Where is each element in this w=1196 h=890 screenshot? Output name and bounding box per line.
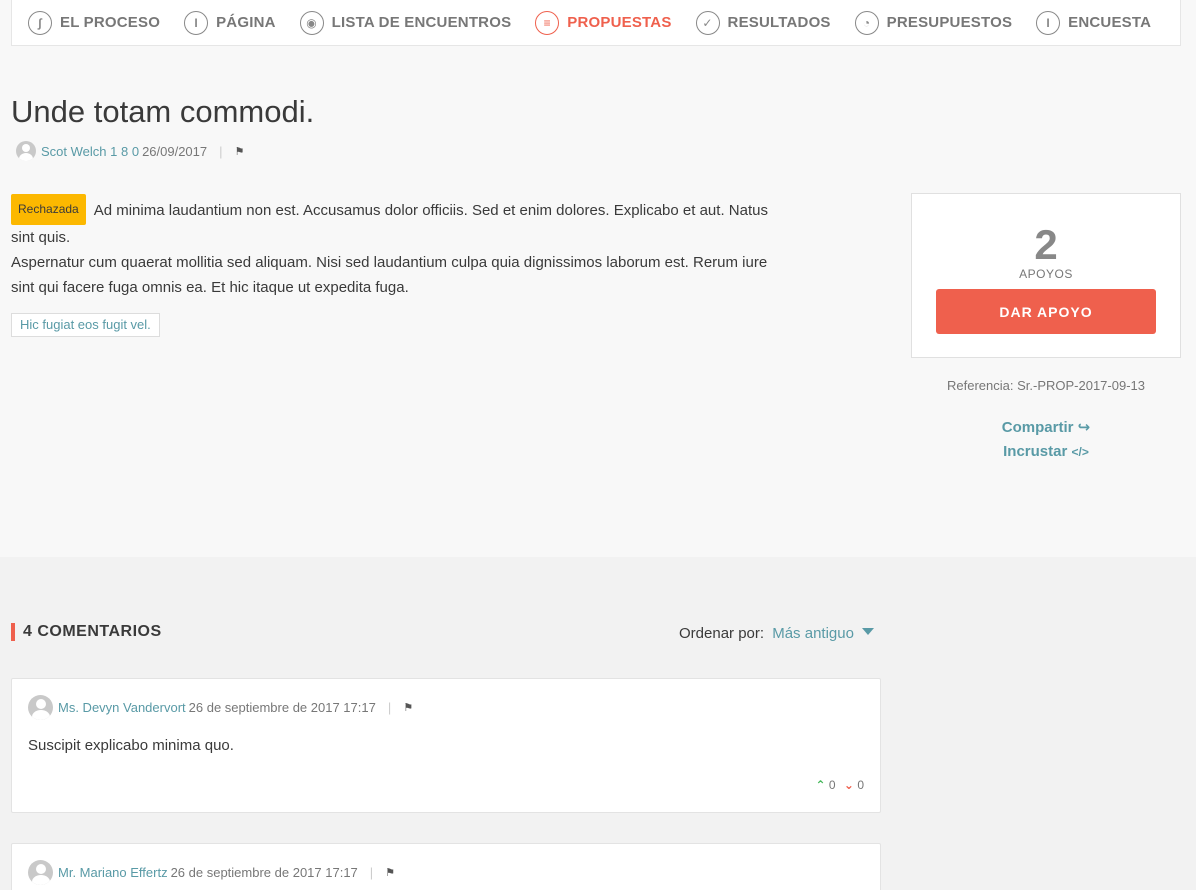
comment-date: 26 de septiembre de 2017 17:17: [170, 865, 358, 880]
tab-label: LISTA DE ENCUENTROS: [331, 14, 512, 31]
proposal-body: Rechazada Ad minima laudantium non est. A…: [11, 194, 791, 300]
comment-meta: Mr. Mariano Effertz 26 de septiembre de …: [28, 860, 395, 885]
reference: Referencia: Sr.-PROP-2017-09-13: [947, 378, 1145, 393]
info-icon: i: [184, 10, 209, 35]
vote-down-icon[interactable]: ⌄: [844, 778, 854, 792]
tab-presupuestos[interactable]: ◔ PRESUPUESTOS: [854, 10, 1013, 35]
tab-pagina[interactable]: i PÁGINA: [184, 10, 276, 35]
avatar: [28, 695, 53, 720]
proposal-paragraph-1: Ad minima laudantium non est. Accusamus …: [11, 202, 768, 246]
proposal-date: 26/09/2017: [142, 143, 208, 159]
embed-button[interactable]: Incrustar </>: [911, 440, 1181, 464]
flag-icon[interactable]: ⚑: [235, 145, 245, 158]
chevron-down-icon: [861, 628, 874, 635]
share-icon: ↪: [1077, 419, 1091, 436]
tab-label: RESULTADOS: [727, 14, 831, 31]
proposal-tag[interactable]: Hic fugiat eos fugit vel.: [11, 313, 160, 337]
tab-resultados[interactable]: ✓ RESULTADOS: [695, 10, 831, 35]
author-counts: 1 8 0: [110, 143, 140, 159]
page-title: Unde totam commodi.: [11, 94, 315, 129]
status-badge: Rechazada: [11, 194, 86, 225]
list-icon: ≡: [535, 10, 560, 35]
avatar: [16, 141, 36, 161]
order-select[interactable]: Más antiguo: [772, 625, 874, 642]
tab-label: PROPUESTAS: [567, 14, 672, 31]
vote-up-icon[interactable]: ⌃: [815, 778, 825, 792]
info-icon: i: [1036, 10, 1061, 35]
order-control: Ordenar por: Más antiguo: [679, 625, 874, 642]
vote-up-count: 0: [828, 778, 836, 792]
proposal-meta: Scot Welch 1 8 0 26/09/2017 | ⚑: [16, 141, 244, 161]
tab-lista-de-encuentros[interactable]: ◉ LISTA DE ENCUENTROS: [299, 10, 512, 35]
divider: |: [219, 143, 223, 159]
flag-icon[interactable]: ⚑: [403, 701, 413, 714]
comment-meta: Ms. Devyn Vandervort 26 de septiembre de…: [28, 695, 413, 720]
tab-label: PÁGINA: [216, 14, 276, 31]
tab-propuestas[interactable]: ≡ PROPUESTAS: [535, 10, 672, 35]
divider: |: [369, 865, 374, 880]
check-icon: ✓: [695, 10, 720, 35]
tab-encuesta[interactable]: i ENCUESTA: [1036, 10, 1152, 35]
tab-label: PRESUPUESTOS: [886, 14, 1013, 31]
flag-icon[interactable]: ⚑: [385, 866, 395, 879]
comment: Mr. Mariano Effertz 26 de septiembre de …: [11, 843, 881, 890]
pie-chart-icon: ◔: [854, 10, 879, 35]
comment-author[interactable]: Ms. Devyn Vandervort: [58, 700, 186, 715]
tab-label: EL PROCESO: [60, 14, 161, 31]
process-icon: ∫: [28, 10, 52, 35]
comments-section: 4 COMENTARIOS Ordenar por: Más antiguo M…: [0, 557, 1196, 890]
comment: Ms. Devyn Vandervort 26 de septiembre de…: [11, 678, 881, 813]
author-link[interactable]: Scot Welch 1 8 0: [41, 144, 139, 159]
avatar: [28, 860, 53, 885]
comments-title: 4 COMENTARIOS: [11, 623, 162, 641]
location-pin-icon: ◉: [299, 10, 324, 35]
support-button[interactable]: DAR APOYO: [936, 289, 1156, 334]
order-label: Ordenar por:: [679, 625, 765, 642]
process-tabs: ∫ EL PROCESO i PÁGINA ◉ LISTA DE ENCUENT…: [11, 0, 1181, 46]
support-box: 2 APOYOS DAR APOYO: [911, 193, 1181, 358]
tab-label: ENCUESTA: [1068, 14, 1152, 31]
tab-el-proceso[interactable]: ∫ EL PROCESO: [28, 10, 161, 35]
share-links: Compartir ↪ Incrustar </>: [911, 416, 1181, 464]
share-button[interactable]: Compartir ↪: [911, 416, 1181, 440]
comment-author[interactable]: Mr. Mariano Effertz: [58, 865, 168, 880]
comment-votes: ⌃ 0 ⌄ 0: [815, 778, 864, 792]
divider: |: [387, 700, 392, 715]
comment-date: 26 de septiembre de 2017 17:17: [188, 700, 376, 715]
support-label: APOYOS: [1019, 267, 1073, 281]
proposal-paragraph-2: Aspernatur cum quaerat mollitia sed aliq…: [11, 254, 768, 296]
vote-down-count: 0: [857, 778, 864, 792]
support-count: 2: [1034, 221, 1058, 268]
code-icon: </>: [1071, 445, 1089, 459]
comment-body: Suscipit explicabo minima quo.: [28, 737, 234, 754]
